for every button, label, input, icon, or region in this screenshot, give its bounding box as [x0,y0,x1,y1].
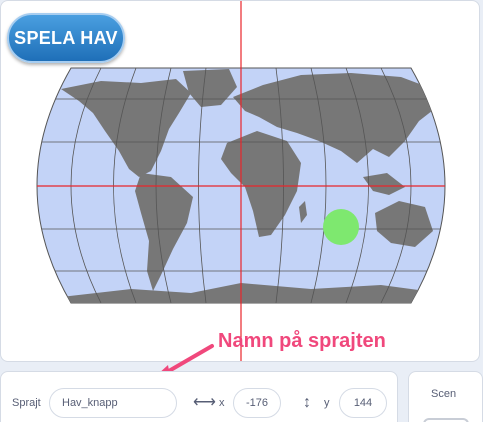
x-label: x [219,397,225,409]
target-marker [323,209,359,245]
scene-thumbnail[interactable] [423,418,469,422]
annotation-text: Namn på sprajten [218,330,386,352]
stage[interactable]: SPELA HAV [0,0,480,362]
y-position-input[interactable]: 144 [339,388,387,418]
scene-panel[interactable]: Scen [408,371,483,422]
vertical-arrows-icon: ↕ [303,394,311,411]
sprite-label: Sprajt [12,397,41,409]
scene-title: Scen [431,388,457,400]
horizontal-arrows-icon: ⟷ [193,394,216,411]
sprite-info-panel: Sprajt Hav_knapp ⟷ x -176 ↕ y 144 [0,371,398,422]
spela-hav-button[interactable]: SPELA HAV [7,13,125,63]
sprite-name-input[interactable]: Hav_knapp [49,388,177,418]
y-label: y [324,397,330,409]
x-position-input[interactable]: -176 [233,388,281,418]
